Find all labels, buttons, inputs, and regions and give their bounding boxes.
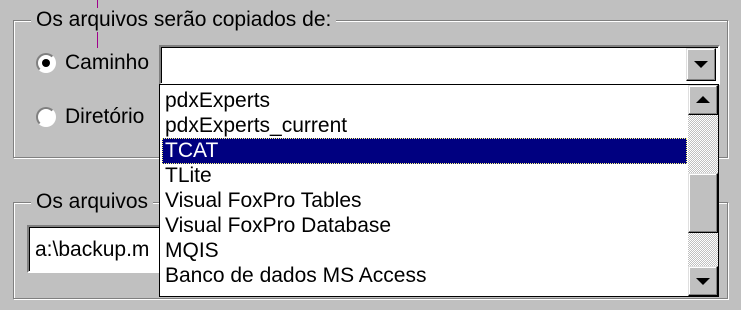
dest-group-legend: Os arquivos — [31, 190, 154, 214]
radio-diretorio[interactable] — [36, 107, 56, 127]
scroll-up-button[interactable] — [688, 85, 718, 115]
list-item[interactable]: pdxExperts_current — [162, 113, 687, 139]
list-item[interactable]: MQIS — [162, 238, 687, 264]
chevron-down-icon — [694, 61, 708, 68]
dropdown-list[interactable]: pdxExperts pdxExperts_current TCAT TLite… — [159, 84, 719, 297]
path-combobox[interactable] — [159, 45, 720, 85]
source-group-legend: Os arquivos serão copiados de: — [31, 8, 337, 32]
list-item[interactable]: Banco de dados MS Access — [162, 263, 687, 289]
vertical-scrollbar[interactable] — [688, 85, 718, 296]
radio-checked-dot — [42, 59, 50, 67]
scroll-down-button[interactable] — [688, 266, 718, 296]
combo-dropdown-button[interactable] — [686, 48, 716, 81]
list-item[interactable]: TLite — [162, 163, 687, 189]
list-item[interactable]: Visual FoxPro Tables — [162, 188, 687, 214]
list-item[interactable]: Visual FoxPro Database — [162, 213, 687, 239]
scroll-thumb[interactable] — [688, 173, 718, 233]
list-item[interactable]: pdxExperts — [162, 88, 687, 114]
dest-path-value: a:\backup.m — [35, 238, 150, 261]
radio-caminho-label[interactable]: Caminho — [65, 51, 149, 75]
radio-diretorio-label[interactable]: Diretório — [65, 105, 144, 129]
arrow-up-icon — [696, 96, 710, 103]
list-item-selected[interactable]: TCAT — [162, 138, 687, 164]
arrow-down-icon — [696, 278, 710, 285]
radio-caminho[interactable] — [36, 53, 56, 73]
